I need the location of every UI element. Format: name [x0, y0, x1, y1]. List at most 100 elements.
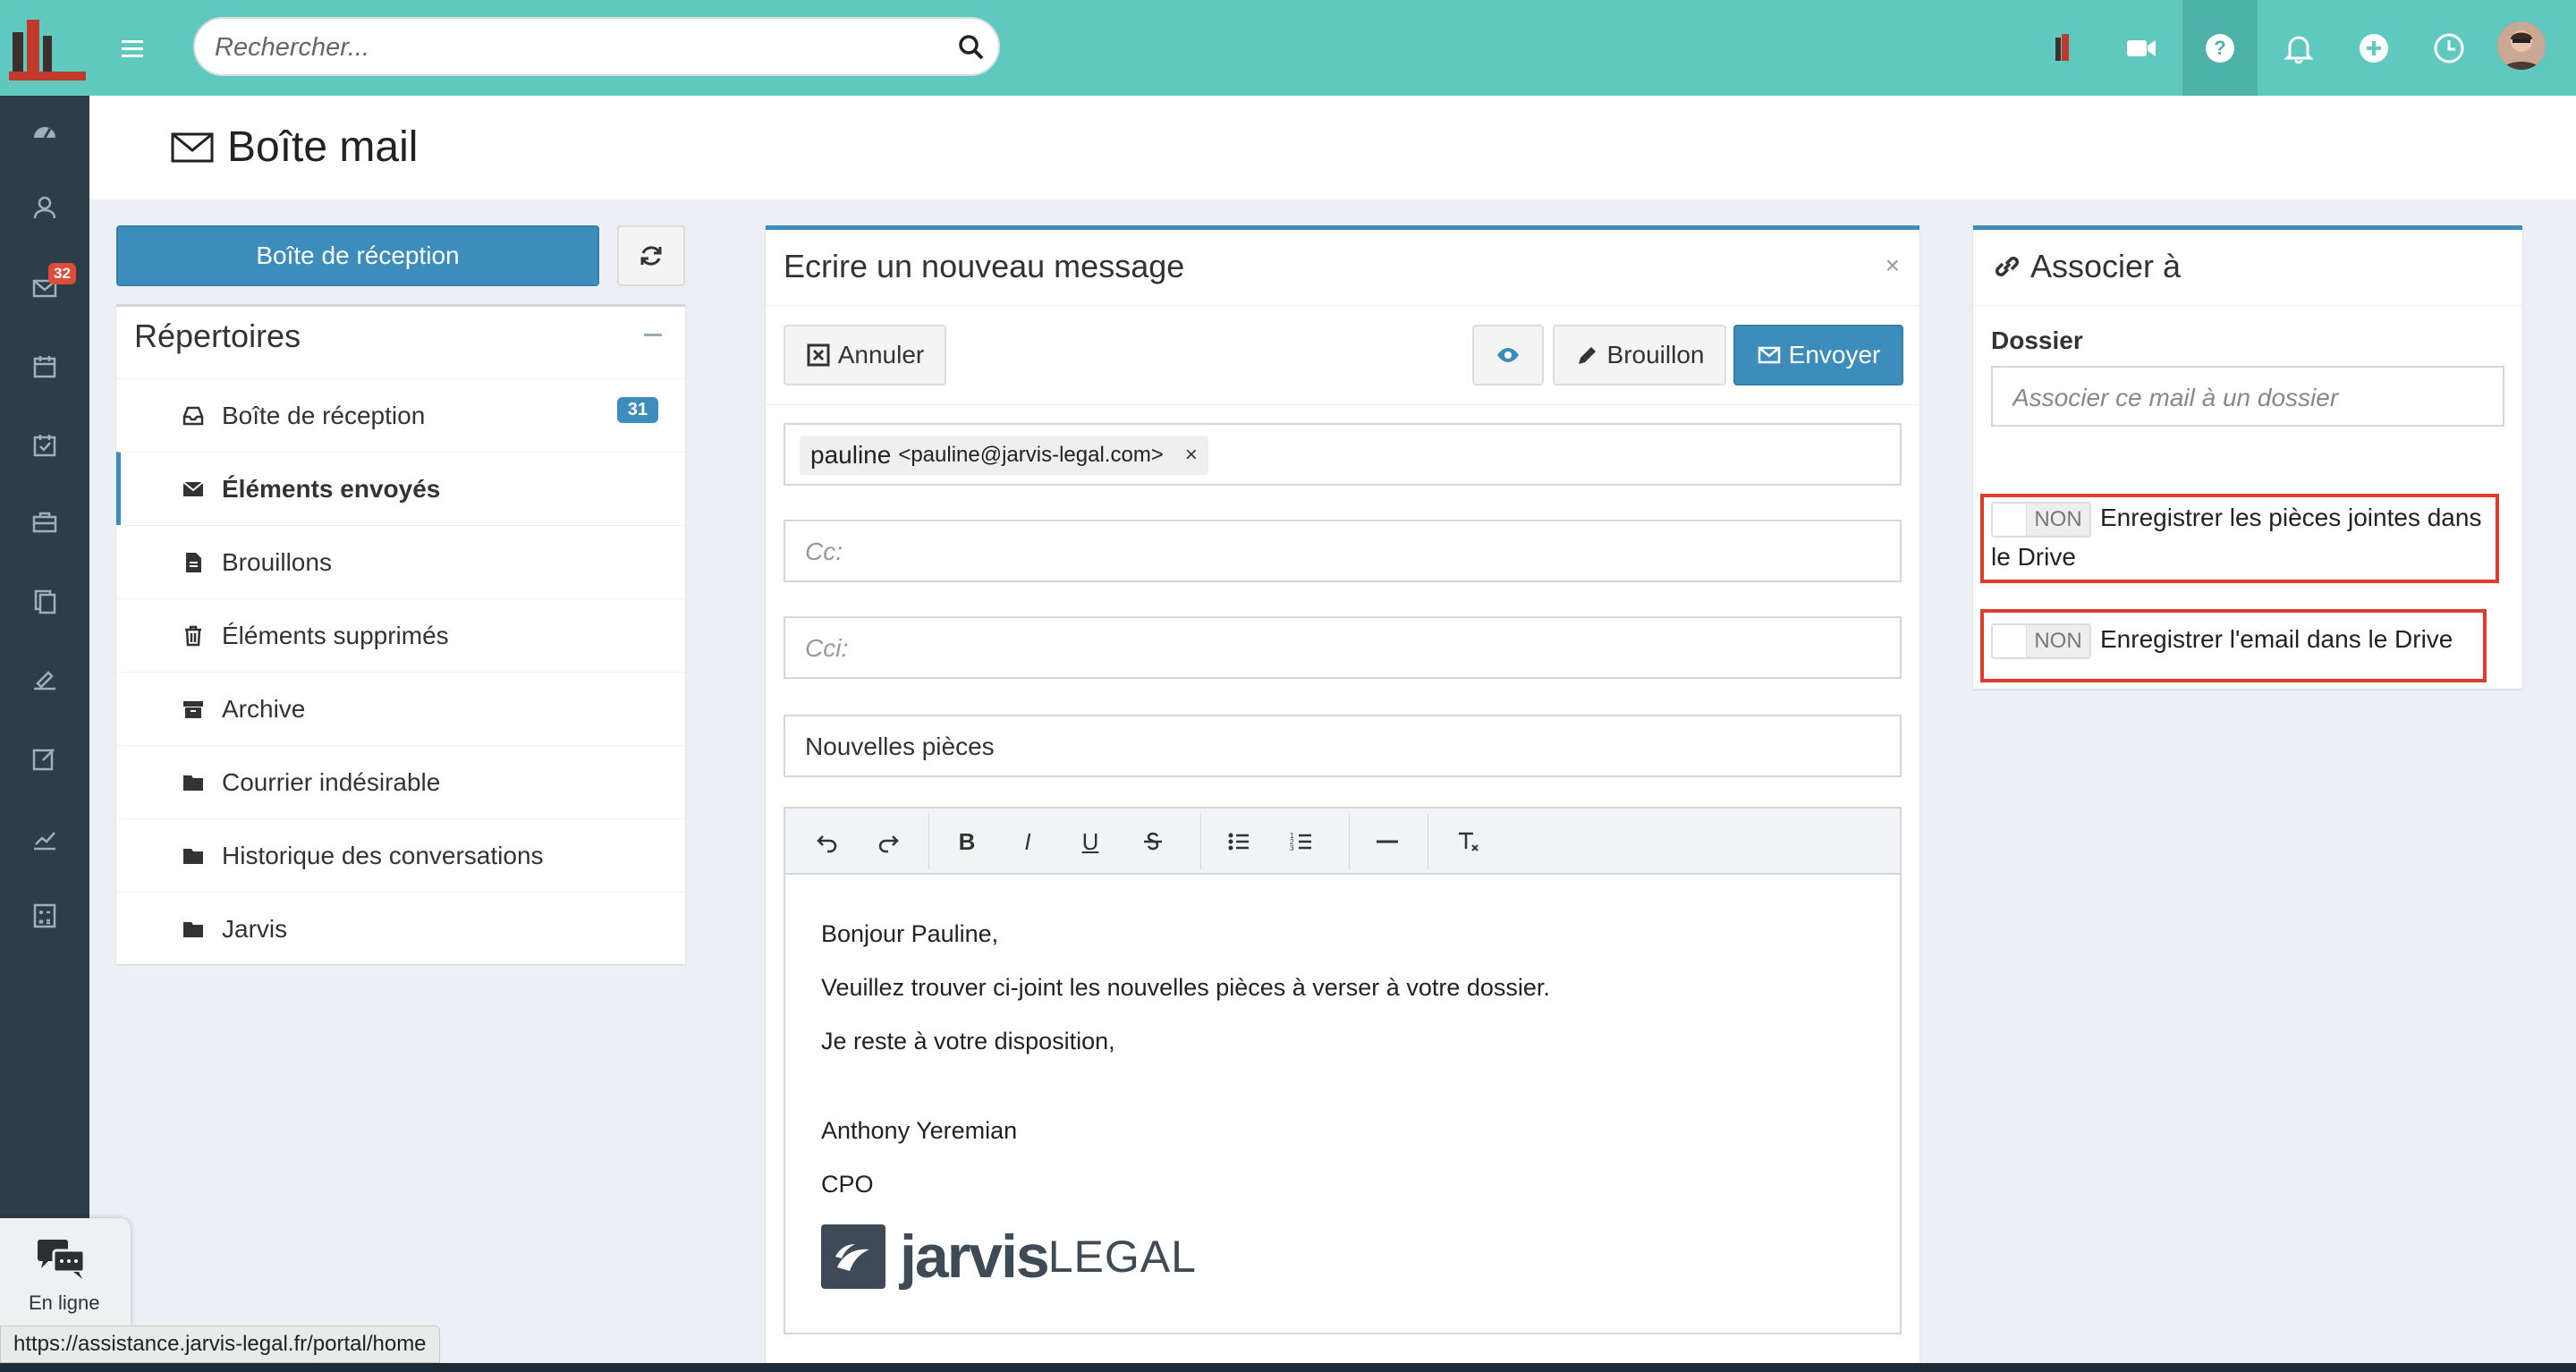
to-field[interactable]: pauline <pauline@jarvis-legal.com> × — [784, 423, 1902, 486]
inbox-button[interactable]: Boîte de réception — [116, 225, 599, 286]
minus-icon — [644, 333, 662, 336]
toggle-state: NON — [2027, 624, 2089, 657]
hamburger-menu-icon[interactable] — [114, 30, 150, 66]
body-line: Je reste à votre disposition, — [821, 1028, 1115, 1054]
folder-item-deleted[interactable]: Éléments supprimés — [116, 598, 685, 672]
send-button[interactable]: Envoyer — [1733, 325, 1903, 385]
folders-panel: Répertoires Boîte de réception 31 Élémen… — [116, 304, 685, 964]
draft-button[interactable]: Brouillon — [1553, 325, 1726, 385]
calculator-icon[interactable] — [27, 898, 63, 934]
associate-title: Associer à — [1991, 248, 2181, 285]
signature-logo: jarvis LEGAL — [821, 1222, 1197, 1292]
folder-item-drafts[interactable]: Brouillons — [116, 525, 685, 598]
app-logo[interactable] — [0, 0, 89, 96]
cc-input[interactable] — [805, 534, 1878, 570]
pencil-icon — [1578, 347, 1596, 364]
briefcase-icon[interactable] — [27, 504, 63, 540]
refresh-icon — [640, 246, 662, 266]
redo-icon[interactable] — [871, 825, 905, 859]
draft-label: Brouillon — [1606, 341, 1705, 368]
folder-item-history[interactable]: Historique des conversations — [116, 818, 685, 892]
user-avatar[interactable] — [2497, 21, 2546, 70]
underline-button[interactable]: U — [1073, 825, 1107, 859]
refresh-button[interactable] — [617, 225, 685, 286]
cancel-button[interactable]: Annuler — [784, 325, 946, 385]
toggle-state: NON — [2027, 503, 2089, 536]
signature-icon[interactable] — [27, 662, 63, 698]
bell-icon[interactable] — [2277, 27, 2320, 70]
body-line: CPO — [821, 1171, 874, 1198]
undo-icon[interactable] — [810, 825, 844, 859]
message-editor: B I U 123 Bonjour Pauline, Veuillez trou… — [784, 807, 1902, 1334]
folder-label: Brouillons — [222, 547, 332, 576]
jarvis-logo-icon[interactable] — [2041, 27, 2084, 70]
toolbar-divider — [928, 814, 929, 869]
help-icon[interactable]: ? — [2199, 27, 2241, 70]
close-icon[interactable]: × — [1885, 251, 1900, 280]
preview-button[interactable] — [1472, 325, 1544, 385]
chat-status: En ligne — [29, 1292, 100, 1314]
link-icon — [1996, 257, 2019, 276]
search-input[interactable] — [215, 30, 912, 65]
divider — [766, 305, 1919, 306]
editor-toolbar: B I U 123 — [785, 809, 1900, 875]
message-body[interactable]: Bonjour Pauline, Veuillez trouver ci-joi… — [821, 907, 1550, 1211]
archive-icon — [181, 697, 206, 722]
save-attachments-option: NON Enregistrer les pièces jointes dans l… — [1991, 498, 2492, 577]
search-bar — [193, 17, 1000, 76]
folder-label: Courrier indésirable — [222, 767, 441, 796]
body-line: Bonjour Pauline, — [821, 920, 999, 947]
save-email-toggle[interactable]: NON — [1991, 622, 2091, 659]
folder-item-sent[interactable]: Éléments envoyés — [116, 452, 685, 525]
calendar-icon[interactable] — [27, 349, 63, 385]
documents-icon[interactable] — [27, 583, 63, 619]
video-icon[interactable] — [2120, 27, 2163, 70]
clock-icon[interactable] — [2428, 27, 2470, 70]
toolbar-divider — [1200, 814, 1201, 869]
chat-bubbles-icon — [38, 1240, 86, 1279]
folder-input[interactable] — [2012, 380, 2487, 416]
search-icon[interactable] — [955, 31, 987, 64]
bcc-field — [784, 616, 1902, 679]
folder-label: Archive — [222, 694, 306, 723]
folder-item-inbox[interactable]: Boîte de réception 31 — [116, 378, 685, 452]
divider — [1973, 305, 2522, 306]
italic-button[interactable]: I — [1011, 825, 1045, 859]
horizontal-rule-icon[interactable] — [1370, 825, 1404, 859]
folder-item-jarvis[interactable]: Jarvis — [116, 892, 685, 965]
bcc-input[interactable] — [805, 631, 1878, 666]
status-url: https://assistance.jarvis-legal.fr/porta… — [0, 1325, 440, 1363]
associate-panel: Associer à Dossier NONEnregistrer les pi… — [1973, 225, 2522, 689]
save-attachments-toggle[interactable]: NON — [1991, 501, 2091, 538]
plus-circle-icon[interactable] — [2352, 27, 2395, 70]
folder-field — [1991, 366, 2504, 427]
folder-item-spam[interactable]: Courrier indésirable — [116, 745, 685, 818]
numbered-list-icon[interactable]: 123 — [1284, 825, 1318, 859]
cc-field — [784, 520, 1902, 582]
collapse-button[interactable] — [644, 325, 664, 344]
tasks-icon[interactable] — [27, 428, 63, 463]
trash-icon — [181, 623, 206, 648]
chat-widget[interactable]: En ligne — [0, 1218, 131, 1325]
clear-format-icon[interactable] — [1451, 825, 1485, 859]
recipient-tag: pauline <pauline@jarvis-legal.com> × — [800, 436, 1208, 475]
strikethrough-icon[interactable] — [1136, 825, 1170, 859]
bullet-list-icon[interactable] — [1222, 825, 1256, 859]
edit-icon[interactable] — [27, 741, 63, 776]
page-header: Boîte mail — [89, 96, 2576, 199]
inbox-icon — [181, 403, 206, 428]
folder-icon — [181, 917, 206, 942]
dashboard-icon[interactable] — [27, 114, 63, 150]
remove-recipient-icon[interactable]: × — [1185, 443, 1198, 468]
mail-count-badge: 32 — [48, 263, 76, 284]
subject-input[interactable] — [805, 729, 1878, 765]
chart-icon[interactable] — [27, 821, 63, 857]
unread-count-badge: 31 — [616, 397, 658, 423]
folder-label: Boîte de réception — [222, 401, 426, 429]
compose-panel: Ecrire un nouveau message × Annuler Brou… — [766, 225, 1919, 1372]
folder-label: Éléments envoyés — [222, 474, 441, 503]
contacts-icon[interactable] — [27, 190, 63, 225]
bold-button[interactable]: B — [950, 825, 984, 859]
eye-icon — [1497, 348, 1519, 362]
folder-item-archive[interactable]: Archive — [116, 672, 685, 745]
